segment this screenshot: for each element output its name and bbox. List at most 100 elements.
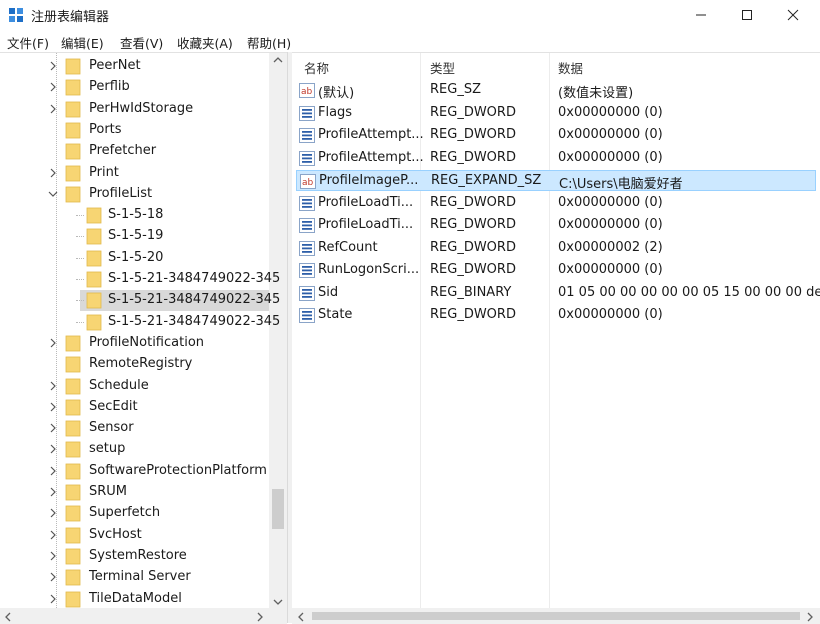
chevron-right-icon[interactable] [48, 421, 58, 435]
scroll-down-icon[interactable] [273, 598, 283, 606]
menu-favorites[interactable]: 收藏夹(A) [177, 33, 233, 52]
tree-guide-line [76, 300, 84, 302]
tree-key-item[interactable]: SoftwareProtectionPlatform [0, 461, 269, 482]
chevron-right-icon[interactable] [48, 80, 58, 94]
scroll-right-icon[interactable] [806, 612, 814, 622]
chevron-right-icon[interactable] [48, 442, 58, 456]
tree-key-item[interactable]: ProfileList [0, 184, 269, 205]
value-type: REG_DWORD [430, 262, 516, 277]
maximize-button[interactable] [724, 0, 770, 30]
chevron-right-icon[interactable] [48, 59, 58, 73]
folder-icon [65, 527, 81, 543]
column-header-type[interactable]: 类型 [430, 58, 455, 77]
registry-key-tree[interactable]: PeerNet Perflib PerHwIdStorage Ports Prefetc… [0, 52, 287, 624]
column-header-data[interactable]: 数据 [558, 58, 583, 77]
chevron-right-icon[interactable] [48, 592, 58, 606]
scroll-left-icon[interactable] [4, 612, 12, 622]
tree-subkey-item[interactable]: S-1-5-19 [76, 226, 269, 247]
tree-horizontal-scrollbar[interactable] [0, 608, 287, 624]
tree-subkey-item[interactable]: S-1-5-18 [76, 205, 269, 226]
tree-key-item[interactable]: Superfetch [0, 503, 269, 524]
tree-item-label: PeerNet [89, 58, 141, 73]
tree-subkey-item[interactable]: S-1-5-21-3484749022-345 [76, 290, 280, 312]
registry-values-list[interactable]: 名称 类型 数据 ab (默认) REG_SZ (数值未设置) Flags REG_DWO… [292, 52, 820, 624]
window-title: 注册表编辑器 [31, 10, 110, 25]
tree-key-item[interactable]: SystemRestore [0, 546, 269, 567]
scroll-left-icon[interactable] [297, 612, 305, 622]
registry-value-row[interactable]: ProfileLoadTi... REG_DWORD 0x00000000 (0) [296, 215, 816, 236]
tree-key-item[interactable]: PeerNet [0, 56, 269, 77]
list-scroll-thumb[interactable] [312, 612, 800, 620]
tree-item-label: S-1-5-18 [108, 207, 164, 223]
tree-key-item[interactable]: SRUM [0, 482, 269, 503]
binary-value-icon [299, 240, 315, 256]
scroll-up-icon[interactable] [273, 56, 283, 64]
tree-item-label: TileDataModel [89, 590, 182, 606]
tree-key-item[interactable]: Print [0, 163, 269, 184]
folder-icon [65, 569, 81, 586]
tree-key-item[interactable]: RemoteRegistry [0, 354, 269, 375]
value-name: Sid [318, 284, 339, 300]
tree-key-item[interactable]: Perflib [0, 77, 269, 98]
menu-view[interactable]: 查看(V) [120, 33, 163, 52]
chevron-right-icon[interactable] [48, 464, 58, 478]
folder-icon [65, 548, 81, 565]
tree-subkey-item[interactable]: S-1-5-21-3484749022-345 [76, 312, 280, 333]
chevron-right-icon[interactable] [48, 400, 58, 414]
tree-scroll-thumb[interactable] [272, 489, 284, 529]
close-button[interactable] [770, 0, 816, 30]
chevron-right-icon[interactable] [48, 379, 58, 393]
registry-value-row[interactable]: RefCount REG_DWORD 0x00000002 (2) [296, 238, 816, 259]
menu-file[interactable]: 文件(F) [7, 33, 49, 52]
tree-key-item[interactable]: SecEdit [0, 397, 269, 418]
column-header-name[interactable]: 名称 [304, 58, 329, 77]
tree-key-item[interactable]: Ports [0, 120, 269, 141]
tree-key-item[interactable]: Schedule [0, 376, 269, 397]
tree-key-item[interactable]: SvcHost [0, 525, 269, 546]
menu-help[interactable]: 帮助(H) [247, 33, 291, 52]
value-name: ProfileLoadTi... [318, 194, 414, 210]
list-horizontal-scrollbar[interactable] [292, 608, 820, 624]
tree-key-item[interactable]: TileDataModel [0, 589, 269, 610]
tree-subkey-item[interactable]: S-1-5-20 [76, 248, 269, 269]
folder-icon [86, 314, 102, 330]
scroll-right-icon[interactable] [256, 612, 264, 622]
value-data: 0x00000000 (0) [558, 149, 663, 165]
chevron-right-icon[interactable] [48, 506, 58, 520]
value-type: REG_DWORD [430, 307, 516, 322]
folder-icon [86, 228, 102, 245]
tree-vertical-scrollbar[interactable] [269, 53, 287, 608]
tree-key-item[interactable]: Terminal Server [0, 567, 269, 588]
tree-key-item[interactable]: setup [0, 439, 269, 460]
registry-value-row[interactable]: ab ProfileImageP... REG_EXPAND_SZ C:\Users\… [296, 170, 816, 192]
chevron-right-icon[interactable] [48, 570, 58, 584]
registry-value-row[interactable]: RunLogonScri... REG_DWORD 0x00000000 (0) [296, 260, 816, 281]
tree-key-item[interactable]: ProfileNotification [0, 333, 269, 354]
binary-value-icon [299, 285, 315, 301]
registry-value-row[interactable]: ProfileAttempt... REG_DWORD 0x00000000 (0) [296, 148, 816, 169]
minimize-button[interactable] [678, 0, 724, 30]
registry-value-row[interactable]: ProfileAttempt... REG_DWORD 0x00000000 (0) [296, 125, 816, 146]
chevron-right-icon[interactable] [48, 528, 58, 542]
chevron-down-icon[interactable] [48, 187, 58, 201]
chevron-right-icon[interactable] [48, 336, 58, 350]
chevron-right-icon[interactable] [48, 102, 58, 116]
chevron-right-icon[interactable] [48, 166, 58, 180]
menu-edit[interactable]: 编辑(E) [61, 33, 104, 52]
registry-value-row[interactable]: ProfileLoadTi... REG_DWORD 0x00000000 (0) [296, 193, 816, 214]
registry-value-row[interactable]: ab (默认) REG_SZ (数值未设置) [296, 80, 816, 101]
chevron-right-icon[interactable] [48, 549, 58, 563]
folder-icon [65, 441, 81, 458]
chevron-right-icon[interactable] [48, 485, 58, 499]
registry-value-row[interactable]: Sid REG_BINARY 01 05 00 00 00 00 00 05 15 … [296, 283, 820, 304]
tree-guide-line [76, 236, 84, 238]
registry-value-row[interactable]: Flags REG_DWORD 0x00000000 (0) [296, 103, 816, 124]
binary-value-icon [299, 263, 315, 278]
tree-subkey-item[interactable]: S-1-5-21-3484749022-345 [76, 269, 280, 290]
tree-key-item[interactable]: Sensor [0, 418, 269, 439]
value-name: ProfileLoadTi... [318, 217, 414, 232]
tree-key-item[interactable]: PerHwIdStorage [0, 99, 269, 120]
tree-key-item[interactable]: Prefetcher [0, 141, 269, 162]
value-name: ProfileAttempt... [318, 127, 424, 142]
registry-value-row[interactable]: State REG_DWORD 0x00000000 (0) [296, 305, 816, 326]
